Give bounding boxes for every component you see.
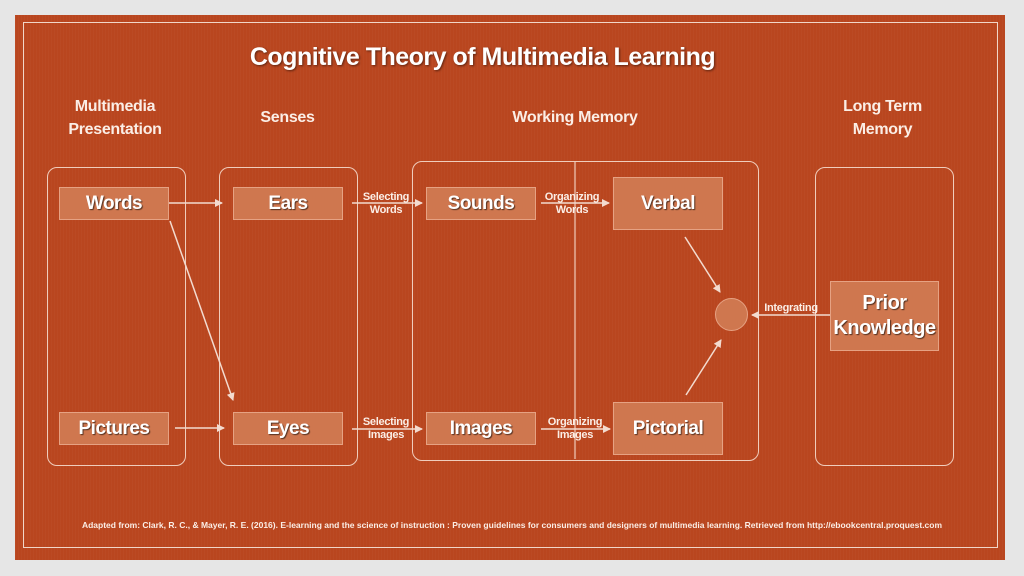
box-pictorial: Pictorial (613, 402, 723, 455)
box-verbal: Verbal (613, 177, 723, 230)
integration-node (715, 298, 748, 331)
box-sounds: Sounds (426, 187, 536, 220)
label-organizing-words: Organizing Words (544, 191, 600, 216)
box-images: Images (426, 412, 536, 445)
arrow-words-eyes (169, 220, 235, 401)
label-selecting-words: Selecting Words (362, 191, 410, 216)
box-eyes: Eyes (233, 412, 343, 445)
box-words: Words (59, 187, 169, 220)
label-integrating: Integrating (764, 302, 818, 314)
box-prior-knowledge: Prior Knowledge (830, 281, 939, 351)
box-pictures: Pictures (59, 412, 169, 445)
label-selecting-images: Selecting Images (362, 416, 410, 441)
arrow-pictorial-integrate (685, 339, 722, 396)
label-organizing-images: Organizing Images (547, 416, 603, 441)
citation-footer: Adapted from: Clark, R. C., & Mayer, R. … (81, 520, 943, 530)
box-ears: Ears (233, 187, 343, 220)
arrow-verbal-integrate (684, 236, 721, 293)
